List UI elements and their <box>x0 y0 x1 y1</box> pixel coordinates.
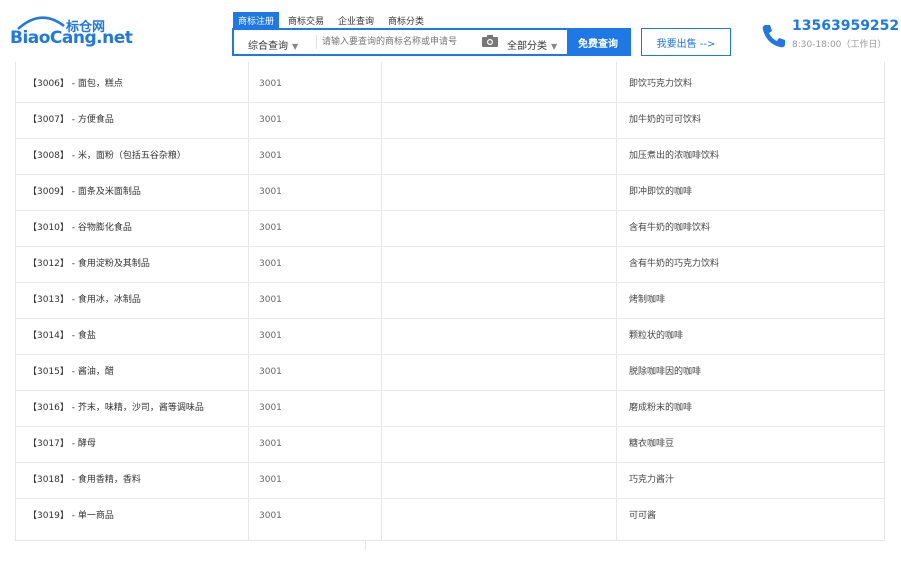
contact-hours: 8:30-18:00（工作日） <box>792 40 887 50</box>
table-row: 【3013】 - 食用冰，冰制品 3001 烤制咖啡 <box>16 283 884 319</box>
group-cell[interactable]: 【3009】 - 面条及米面制品 <box>28 175 141 210</box>
tab-trademark-trade[interactable]: 商标交易 <box>283 12 329 29</box>
search-type-label: 综合查询 <box>248 41 288 52</box>
table-row: 【3014】 - 食盐 3001 颗粒状的咖啡 <box>16 319 884 355</box>
table-row: 【3016】 - 芥末，味精，沙司，酱等调味品 3001 磨成粉末的咖啡 <box>16 391 884 427</box>
table-row: 【3012】 - 食用淀粉及其制品 3001 含有牛奶的巧克力饮料 <box>16 247 884 283</box>
table-row: 【3008】 - 米，面粉（包括五谷杂粮） 3001 加压煮出的浓咖啡饮料 <box>16 139 884 175</box>
tab-trademark-register[interactable]: 商标注册 <box>233 11 280 29</box>
goods-name-cell: 烤制咖啡 <box>629 295 666 305</box>
table-row: 【3006】 - 面包，糕点 3001 即饮巧克力饮料 <box>16 67 884 103</box>
column-divider <box>365 540 366 550</box>
table-row: 【3017】 - 酵母 3001 糖衣咖啡豆 <box>16 427 884 463</box>
table-row: 【3009】 - 面条及米面制品 3001 即冲即饮的咖啡 <box>16 175 884 211</box>
table-row: 【3015】 - 酱油，醋 3001 脱除咖啡因的咖啡 <box>16 355 884 391</box>
goods-name-cell: 加牛奶的可可饮料 <box>629 115 702 125</box>
group-cell[interactable]: 【3010】 - 谷物膨化食品 <box>28 211 132 246</box>
class-number-cell: 3001 <box>259 403 282 413</box>
table-row: 【3018】 - 食用香精，香料 3001 巧克力酱汁 <box>16 463 884 499</box>
class-number-cell: 3001 <box>259 331 282 341</box>
site-header: 标仓网 BiaoCang.net 商标注册 商标交易 企业查询 商标分类 综合查… <box>0 0 901 62</box>
goods-table: 【3006】 - 面包，糕点 3001 即饮巧克力饮料 【3007】 - 方便食… <box>15 62 885 541</box>
search-bar: 综合查询 ▼ 全部分类 ▼ 免费查询 <box>232 28 631 56</box>
logo-en-text: BiaoCang.net <box>10 28 133 48</box>
goods-name-cell: 脱除咖啡因的咖啡 <box>629 367 702 377</box>
divider <box>316 35 317 49</box>
goods-name-cell: 磨成粉末的咖啡 <box>629 403 693 413</box>
group-cell[interactable]: 【3014】 - 食盐 <box>28 319 96 354</box>
camera-icon[interactable] <box>482 35 498 47</box>
category-select[interactable]: 全部分类 ▼ <box>507 37 557 52</box>
goods-name-cell: 可可酱 <box>629 511 657 521</box>
class-number-cell: 3001 <box>259 151 282 161</box>
group-cell[interactable]: 【3013】 - 食用冰，冰制品 <box>28 283 141 318</box>
goods-name-cell: 含有牛奶的巧克力饮料 <box>629 259 720 269</box>
search-button[interactable]: 免费查询 <box>567 30 629 54</box>
table-row: 【3007】 - 方便食品 3001 加牛奶的可可饮料 <box>16 103 884 139</box>
class-number-cell: 3001 <box>259 187 282 197</box>
table-row: 【3019】 - 单一商品 3001 可可酱 <box>16 499 884 535</box>
goods-name-cell: 即饮巧克力饮料 <box>629 79 693 89</box>
goods-name-cell: 含有牛奶的咖啡饮料 <box>629 223 711 233</box>
group-cell[interactable]: 【3015】 - 酱油，醋 <box>28 355 114 390</box>
chevron-down-icon: ▼ <box>551 42 558 51</box>
class-number-cell: 3001 <box>259 259 282 269</box>
group-cell[interactable]: 【3017】 - 酵母 <box>28 427 96 462</box>
group-cell[interactable]: 【3008】 - 米，面粉（包括五谷杂粮） <box>28 139 186 174</box>
class-number-cell: 3001 <box>259 115 282 125</box>
site-logo[interactable]: 标仓网 BiaoCang.net <box>6 12 133 48</box>
class-number-cell: 3001 <box>259 79 282 89</box>
group-cell[interactable]: 【3012】 - 食用淀粉及其制品 <box>28 247 150 282</box>
class-number-cell: 3001 <box>259 439 282 449</box>
class-number-cell: 3001 <box>259 511 282 521</box>
group-cell[interactable]: 【3016】 - 芥末，味精，沙司，酱等调味品 <box>28 391 204 426</box>
group-cell[interactable]: 【3018】 - 食用香精，香料 <box>28 463 141 498</box>
group-cell[interactable]: 【3006】 - 面包，糕点 <box>28 67 123 102</box>
contact-phone: 13563959252 <box>792 18 900 34</box>
class-number-cell: 3001 <box>259 475 282 485</box>
search-type-select[interactable]: 综合查询 ▼ <box>248 37 298 52</box>
goods-name-cell: 颗粒状的咖啡 <box>629 331 684 341</box>
tab-trademark-category[interactable]: 商标分类 <box>383 12 429 29</box>
group-cell[interactable]: 【3007】 - 方便食品 <box>28 103 114 138</box>
goods-name-cell: 即冲即饮的咖啡 <box>629 187 693 197</box>
class-number-cell: 3001 <box>259 367 282 377</box>
class-number-cell: 3001 <box>259 223 282 233</box>
goods-name-cell: 糖衣咖啡豆 <box>629 439 675 449</box>
sell-button[interactable]: 我要出售 --> <box>641 28 731 56</box>
group-cell[interactable]: 【3019】 - 单一商品 <box>28 499 114 534</box>
category-label: 全部分类 <box>507 41 547 52</box>
search-input[interactable] <box>322 33 472 51</box>
tab-company-search[interactable]: 企业查询 <box>333 12 379 29</box>
goods-name-cell: 巧克力酱汁 <box>629 475 675 485</box>
class-number-cell: 3001 <box>259 295 282 305</box>
chevron-down-icon: ▼ <box>292 42 299 51</box>
nav-tabs: 商标注册 商标交易 企业查询 商标分类 <box>233 11 433 29</box>
goods-name-cell: 加压煮出的浓咖啡饮料 <box>629 151 720 161</box>
table-row: 【3010】 - 谷物膨化食品 3001 含有牛奶的咖啡饮料 <box>16 211 884 247</box>
phone-icon <box>762 25 785 48</box>
